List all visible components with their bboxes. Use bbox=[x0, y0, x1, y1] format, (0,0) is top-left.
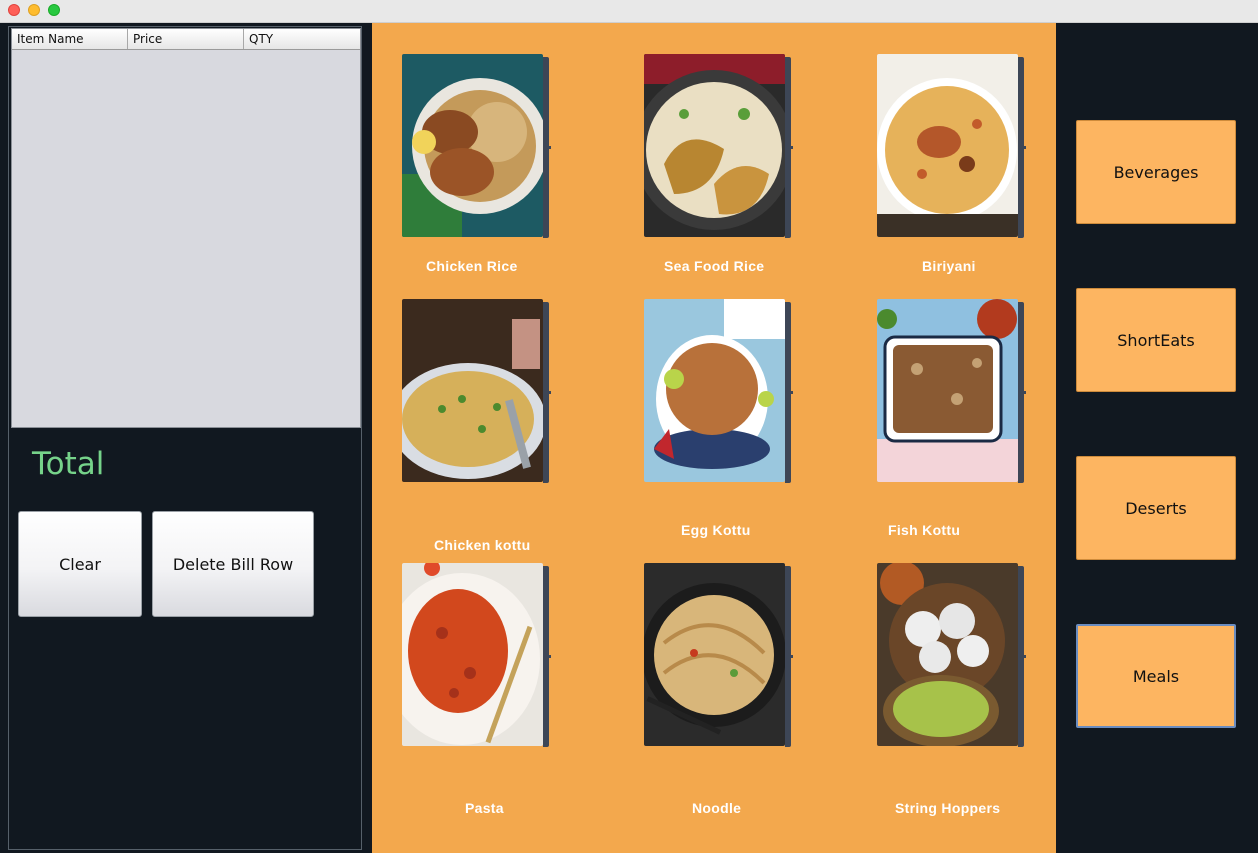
menu-item-label: Noodle bbox=[692, 800, 742, 816]
menu-item-label: Pasta bbox=[465, 800, 504, 816]
noodle-image bbox=[644, 563, 785, 746]
category-beverages-button[interactable]: Beverages bbox=[1076, 120, 1236, 224]
minimize-window-button[interactable] bbox=[28, 4, 40, 16]
menu-item-label: Chicken Rice bbox=[426, 258, 518, 274]
zoom-window-button[interactable] bbox=[48, 4, 60, 16]
menu-item-fish-kottu[interactable] bbox=[877, 299, 1026, 485]
close-window-button[interactable] bbox=[8, 4, 20, 16]
fish-kottu-image bbox=[877, 299, 1018, 482]
menu-item-chicken-kottu[interactable] bbox=[402, 299, 551, 485]
window-titlebar bbox=[0, 0, 1258, 23]
biriyani-image bbox=[877, 54, 1018, 237]
menu-item-label: Fish Kottu bbox=[888, 522, 961, 538]
column-header-item-name[interactable]: Item Name bbox=[12, 29, 128, 49]
bill-table-header: Item Name Price QTY bbox=[12, 29, 360, 50]
column-header-qty[interactable]: QTY bbox=[244, 29, 360, 49]
column-header-price[interactable]: Price bbox=[128, 29, 244, 49]
category-shorteats-button[interactable]: ShortEats bbox=[1076, 288, 1236, 392]
menu-item-label: Sea Food Rice bbox=[664, 258, 765, 274]
menu-item-label: Chicken kottu bbox=[434, 537, 531, 553]
menu-item-label: Egg Kottu bbox=[681, 522, 751, 538]
category-deserts-button[interactable]: Deserts bbox=[1076, 456, 1236, 560]
sea-food-rice-image bbox=[644, 54, 785, 237]
string-hoppers-image bbox=[877, 563, 1018, 746]
menu-item-egg-kottu[interactable] bbox=[644, 299, 793, 485]
menu-item-label: Biriyani bbox=[922, 258, 976, 274]
delete-bill-row-button[interactable]: Delete Bill Row bbox=[152, 511, 314, 617]
pasta-image bbox=[402, 563, 543, 746]
menu-item-noodle[interactable] bbox=[644, 563, 793, 749]
menu-item-string-hoppers[interactable] bbox=[877, 563, 1026, 749]
menu-item-pasta[interactable] bbox=[402, 563, 551, 749]
total-label: Total bbox=[32, 446, 105, 482]
bill-table[interactable]: Item Name Price QTY bbox=[11, 28, 361, 428]
menu-item-label: String Hoppers bbox=[895, 800, 1001, 816]
chicken-rice-image bbox=[402, 54, 543, 237]
menu-item-biriyani[interactable] bbox=[877, 54, 1026, 240]
category-meals-button[interactable]: Meals bbox=[1076, 624, 1236, 728]
clear-button[interactable]: Clear bbox=[18, 511, 142, 617]
menu-item-sea-food-rice[interactable] bbox=[644, 54, 793, 240]
chicken-kottu-image bbox=[402, 299, 543, 482]
menu-item-chicken-rice[interactable] bbox=[402, 54, 551, 240]
egg-kottu-image bbox=[644, 299, 785, 482]
